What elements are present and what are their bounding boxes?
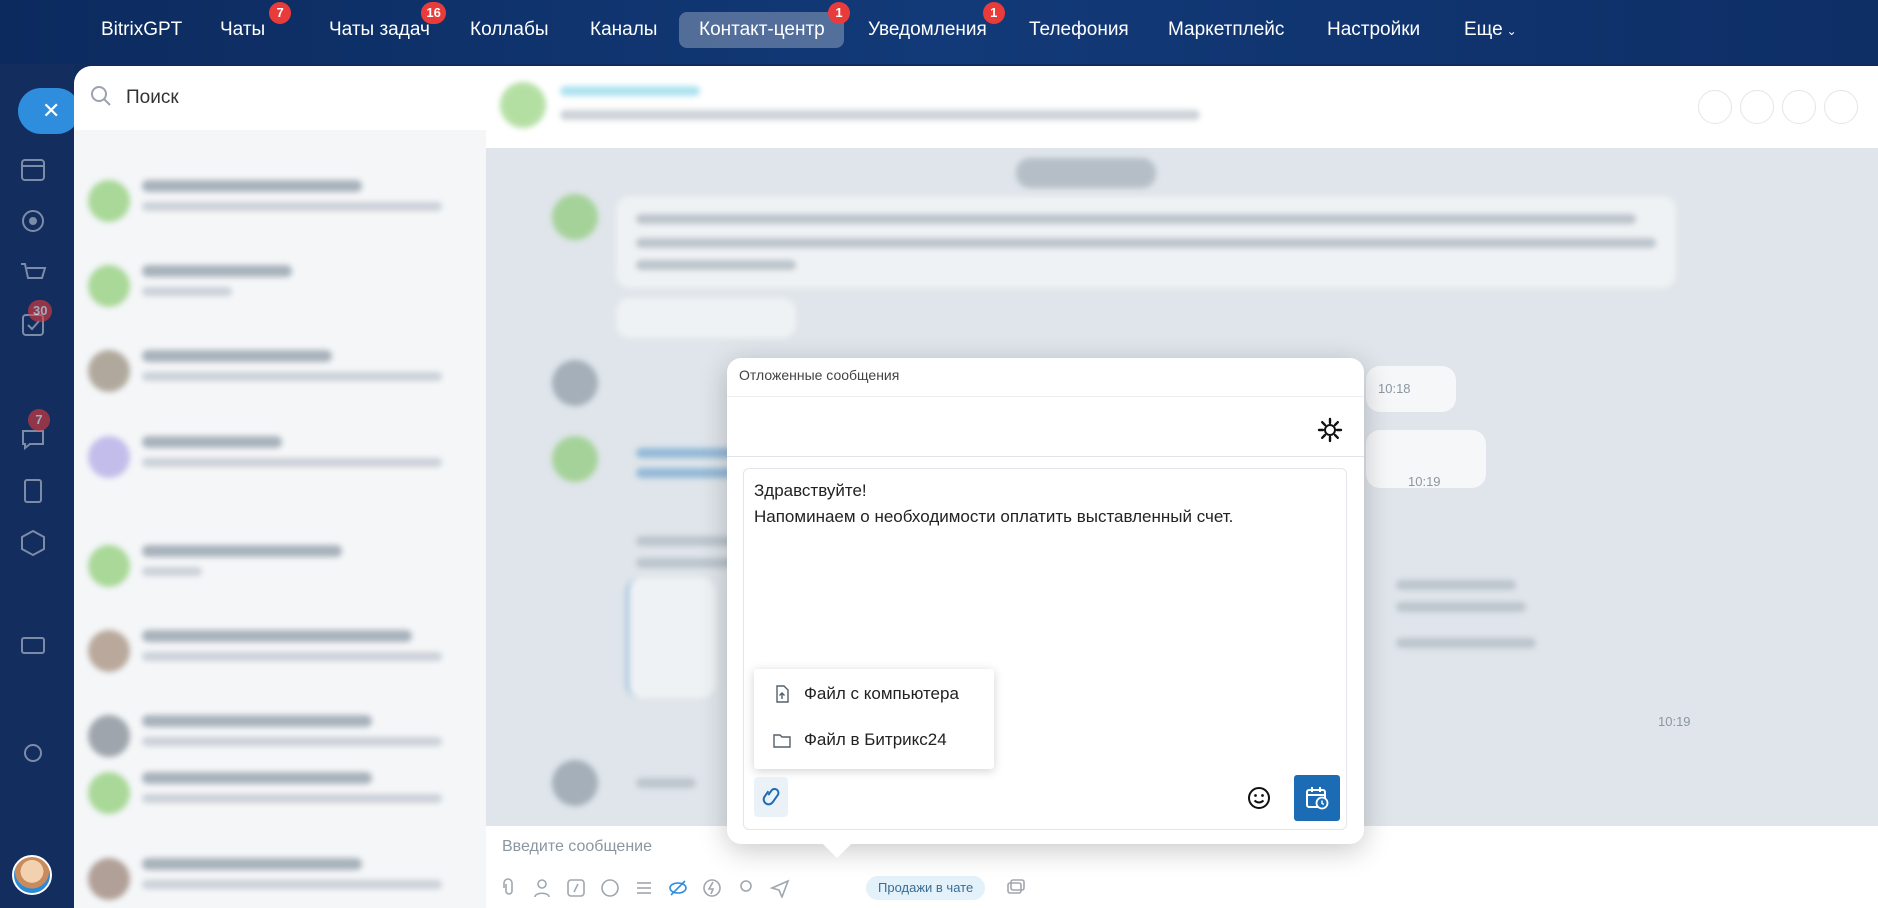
schedule-send-button[interactable] bbox=[1294, 775, 1340, 821]
chat-header bbox=[486, 66, 1878, 148]
nav-notifications[interactable]: Уведомления 1 bbox=[868, 2, 1005, 48]
gear-icon bbox=[1317, 417, 1343, 443]
nav-chats[interactable]: Чаты 7 bbox=[200, 2, 292, 48]
task-chats-badge: 16 bbox=[421, 2, 446, 24]
notifications-badge: 1 bbox=[982, 2, 1005, 24]
monitor-icon[interactable] bbox=[18, 632, 48, 662]
search-input[interactable] bbox=[126, 87, 426, 109]
user-icon[interactable] bbox=[532, 878, 552, 898]
list-item[interactable] bbox=[80, 255, 472, 315]
message-editor[interactable]: Здравствуйте! Напоминаем о необходимости… bbox=[743, 468, 1347, 830]
calendar-icon[interactable] bbox=[18, 154, 48, 184]
file-menu: Файл с компьютера Файл в Битрикс24 bbox=[754, 669, 994, 769]
list-icon[interactable] bbox=[634, 878, 654, 898]
nav-label: Настройки bbox=[1327, 19, 1421, 40]
scheduled-messages-popup: Отложенные сообщения Здравствуйте! Напом… bbox=[727, 358, 1364, 844]
list-item[interactable] bbox=[80, 340, 472, 400]
panels-icon[interactable] bbox=[1006, 878, 1026, 898]
divider bbox=[727, 396, 1364, 397]
list-item[interactable] bbox=[80, 762, 472, 822]
hexagon-icon[interactable] bbox=[18, 528, 48, 558]
nav-contact-center[interactable]: Контакт-центр 1 bbox=[679, 2, 850, 48]
document-icon[interactable] bbox=[18, 476, 48, 506]
nav-telephony[interactable]: Телефония bbox=[1029, 12, 1129, 48]
list-item[interactable] bbox=[80, 535, 472, 595]
nav-collabs[interactable]: Коллабы bbox=[470, 12, 549, 48]
editor-line: Напоминаем о необходимости оплатить выст… bbox=[754, 507, 1234, 526]
nav-label: Коллабы bbox=[470, 19, 549, 40]
nav-channels[interactable]: Каналы bbox=[590, 12, 657, 48]
nav-label: Чаты задач bbox=[329, 19, 430, 40]
gear-icon[interactable] bbox=[18, 738, 48, 768]
chats-badge: 7 bbox=[269, 2, 292, 24]
search-bar bbox=[74, 66, 486, 130]
divider bbox=[727, 456, 1364, 457]
upload-file-icon bbox=[776, 685, 789, 703]
settings-button[interactable] bbox=[1314, 414, 1346, 446]
list-item[interactable] bbox=[80, 170, 472, 230]
menu-item-label: Файл в Битрикс24 bbox=[804, 730, 947, 749]
nav-label: Маркетплейс bbox=[1168, 19, 1285, 40]
message-time: 10:19 bbox=[1658, 714, 1691, 729]
file-from-bitrix24-item[interactable]: Файл в Битрикс24 bbox=[772, 725, 947, 755]
close-icon: ✕ bbox=[42, 98, 61, 123]
message-time: 10:18 bbox=[1378, 381, 1411, 396]
left-sidebar: 30 7 bbox=[0, 64, 74, 908]
menu-item-label: Файл с компьютера bbox=[804, 684, 959, 703]
attach-button[interactable] bbox=[754, 777, 788, 817]
nav-label: Уведомления bbox=[868, 19, 987, 40]
paperclip-icon bbox=[762, 788, 780, 806]
nav-settings[interactable]: Настройки bbox=[1327, 12, 1420, 48]
chat-header-blurred bbox=[500, 76, 1200, 136]
smile-icon bbox=[1248, 787, 1270, 809]
search-icon bbox=[90, 85, 112, 112]
avatar[interactable] bbox=[12, 855, 52, 895]
folder-icon bbox=[773, 734, 791, 748]
target-icon[interactable] bbox=[18, 206, 48, 236]
nav-label: Телефония bbox=[1029, 19, 1129, 40]
nav-label: Каналы bbox=[590, 19, 658, 40]
tasks-badge: 30 bbox=[28, 300, 53, 322]
list-item[interactable] bbox=[80, 426, 472, 486]
cart-icon[interactable] bbox=[18, 258, 48, 288]
nav-label: BitrixGPT bbox=[101, 19, 183, 40]
popup-title: Отложенные сообщения bbox=[739, 367, 900, 383]
list-item[interactable] bbox=[80, 620, 472, 680]
more-button[interactable] bbox=[1824, 90, 1858, 124]
nav-more[interactable]: Еще ⌄ bbox=[1464, 12, 1517, 48]
info-button[interactable] bbox=[1782, 90, 1816, 124]
close-button[interactable]: ✕ bbox=[18, 88, 80, 134]
nav-bitrixgpt[interactable]: BitrixGPT bbox=[101, 12, 182, 48]
smile-icon[interactable] bbox=[600, 878, 620, 898]
editor-line: Здравствуйте! bbox=[754, 481, 867, 500]
calendar-clock-icon bbox=[1306, 787, 1329, 810]
chat-list-blurred bbox=[74, 130, 486, 908]
nav-label: Еще bbox=[1464, 19, 1503, 40]
chat-list-panel bbox=[74, 66, 486, 908]
contact-center-badge: 1 bbox=[828, 2, 850, 24]
command-icon[interactable] bbox=[566, 878, 586, 898]
emoji-button[interactable] bbox=[1246, 785, 1272, 811]
sales-in-chat-button[interactable]: Продажи в чате bbox=[866, 876, 986, 900]
check-button[interactable] bbox=[1740, 90, 1774, 124]
nav-task-chats[interactable]: Чаты задач 16 bbox=[329, 2, 446, 48]
add-button[interactable] bbox=[1698, 90, 1732, 124]
nav-marketplace[interactable]: Маркетплейс bbox=[1168, 12, 1284, 48]
hidden-eye-icon[interactable] bbox=[668, 878, 688, 898]
message-time: 10:19 bbox=[1408, 474, 1441, 489]
messenger-badge: 7 bbox=[28, 409, 50, 431]
send-icon[interactable] bbox=[769, 878, 790, 900]
attach-icon[interactable] bbox=[498, 878, 518, 898]
lightning-icon[interactable] bbox=[702, 878, 722, 898]
top-navigation: BitrixGPT Чаты 7 Чаты задач 16 Коллабы Кан… bbox=[0, 0, 1878, 64]
operator-icon[interactable] bbox=[736, 878, 756, 898]
list-item[interactable] bbox=[80, 848, 472, 908]
list-item[interactable] bbox=[80, 705, 472, 765]
nav-label: Чаты bbox=[220, 19, 266, 40]
nav-label: Контакт-центр bbox=[699, 19, 825, 40]
file-from-computer-item[interactable]: Файл с компьютера bbox=[772, 679, 959, 709]
chevron-down-icon: ⌄ bbox=[1506, 24, 1517, 38]
